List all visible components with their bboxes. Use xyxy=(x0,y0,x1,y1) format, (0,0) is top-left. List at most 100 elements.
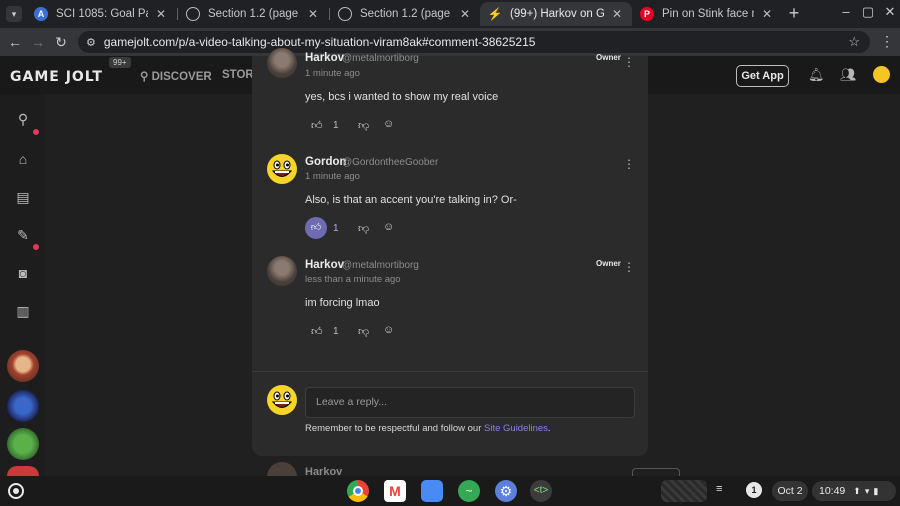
community-avatar[interactable] xyxy=(7,350,39,382)
like-count[interactable]: 1 xyxy=(333,223,339,234)
left-sidebar: ⚲ ⌂ ▤ ✎ ◙ ▥ xyxy=(0,94,46,476)
close-icon[interactable]: ✕ xyxy=(760,7,774,21)
notification-dot xyxy=(33,244,39,250)
screen-capture-thumbnail[interactable] xyxy=(661,480,707,502)
globe-icon xyxy=(338,7,352,21)
avatar[interactable] xyxy=(267,154,297,184)
thumbs-up-icon[interactable]: 👍︎ xyxy=(311,119,323,132)
close-window-icon[interactable]: ✕ xyxy=(882,4,898,20)
bookmark-star-icon[interactable]: ☆ xyxy=(848,34,860,50)
date-pill[interactable]: Oct 2 xyxy=(772,481,808,501)
comment-handle[interactable]: @metalmortiborg xyxy=(342,260,419,271)
tab-5[interactable]: P Pin on Stink face mcgee ✕ xyxy=(632,2,782,26)
wifi-icon: ▾ xyxy=(864,486,870,496)
reload-icon[interactable]: ↻ xyxy=(52,33,70,51)
tab-1[interactable]: A SCI 1085: Goal Page | acecon ✕ xyxy=(26,2,176,26)
address-bar[interactable]: ⚙ gamejolt.com/p/a-video-talking-about-m… xyxy=(78,31,870,53)
community-avatar[interactable] xyxy=(7,428,39,460)
avatar[interactable] xyxy=(267,256,297,286)
nav-discover[interactable]: ⚲ DISCOVER xyxy=(140,69,212,83)
tab-4-active[interactable]: ⚡ (99+) Harkov on Game Jolt: ✕ xyxy=(480,2,632,26)
chrome-icon[interactable] xyxy=(347,480,369,502)
gmail-icon[interactable]: M xyxy=(384,480,406,502)
get-app-button[interactable]: Get App xyxy=(736,65,789,87)
chat-icon[interactable]: ◙ xyxy=(14,264,32,282)
thumbs-down-icon[interactable]: 👎︎ xyxy=(358,119,369,132)
nav-discover-label: DISCOVER xyxy=(151,71,212,83)
react-emoji-icon[interactable]: ☺ xyxy=(383,324,394,336)
terminal-icon[interactable]: <t> xyxy=(530,480,552,502)
community-avatar[interactable] xyxy=(7,390,39,422)
backpack-icon[interactable]: ▤ xyxy=(14,188,32,206)
maximize-icon[interactable]: ▢ xyxy=(860,4,876,20)
tab-3[interactable]: Section 1.2 (page 1 of 5) | ac ✕ xyxy=(330,2,480,26)
new-tab-button[interactable]: + xyxy=(784,4,804,24)
user-avatar[interactable] xyxy=(873,66,890,83)
files-icon[interactable] xyxy=(421,480,443,502)
thumbs-up-icon[interactable]: 👍︎ xyxy=(311,325,323,338)
tab-title: Section 1.2 (page 1 of 5) | ac xyxy=(208,8,300,20)
like-count[interactable]: 1 xyxy=(333,120,339,131)
gamejolt-logo[interactable]: GAME JOLT xyxy=(10,69,103,85)
comment-author[interactable]: Harkov xyxy=(305,52,344,64)
comment-handle[interactable]: @GordontheeGoober xyxy=(342,157,438,168)
react-emoji-icon[interactable]: ☺ xyxy=(383,221,394,233)
awesome-face-icon xyxy=(271,391,293,408)
guideline-suffix: . xyxy=(547,423,551,434)
avatar[interactable] xyxy=(267,48,297,78)
cellular-icon: ⬆ xyxy=(853,486,861,496)
joystick-icon[interactable]: ⚲ xyxy=(14,110,32,128)
store-icon[interactable]: ⌂ xyxy=(14,150,32,168)
thumbs-down-icon[interactable]: 👎︎ xyxy=(358,325,369,338)
thumbs-up-icon[interactable]: 👍︎ xyxy=(305,217,327,239)
canvas-icon: A xyxy=(34,7,48,21)
guideline-text: Remember to be respectful and follow our… xyxy=(305,423,551,434)
library-icon[interactable]: ▥ xyxy=(14,302,32,320)
comment-timestamp[interactable]: less than a minute ago xyxy=(305,274,401,285)
url-text: gamejolt.com/p/a-video-talking-about-my-… xyxy=(103,35,536,49)
comment-author[interactable]: Gordon xyxy=(305,156,347,168)
minimize-icon[interactable]: – xyxy=(838,4,854,19)
friends-icon[interactable]: 👥︎ xyxy=(840,67,857,83)
tab-2[interactable]: Section 1.2 (page 1 of 5) | ac ✕ xyxy=(178,2,328,26)
system-tray[interactable]: 10:49 ⬆ ▾ ▮ xyxy=(812,481,896,501)
more-options-icon[interactable]: ⋮ xyxy=(623,55,635,69)
close-icon[interactable]: ✕ xyxy=(458,7,472,21)
like-count[interactable]: 1 xyxy=(333,326,339,337)
messenger-icon[interactable]: ~ xyxy=(458,480,480,502)
reply-input[interactable]: Leave a reply... xyxy=(305,387,635,418)
more-options-icon[interactable]: ⋮ xyxy=(623,260,635,274)
comment-body: Also, is that an accent you're talking i… xyxy=(305,194,517,206)
back-icon[interactable]: ← xyxy=(6,33,24,51)
tab-title: Pin on Stink face mcgee xyxy=(662,8,754,20)
notification-badge: 99+ xyxy=(109,57,131,68)
notification-count[interactable]: 1 xyxy=(746,482,762,498)
comment-author[interactable]: Harkov xyxy=(305,259,344,271)
site-info-icon[interactable]: ⚙ xyxy=(86,36,96,49)
chrome-menu-icon[interactable]: ⋮ xyxy=(880,33,894,50)
comment-body: yes, bcs i wanted to show my real voice xyxy=(305,91,499,103)
settings-icon[interactable]: ⚙ xyxy=(495,480,517,502)
broadcast-icon[interactable]: ✎ xyxy=(14,226,32,244)
community-avatar[interactable] xyxy=(7,466,39,476)
pinterest-icon: P xyxy=(640,7,654,21)
divider xyxy=(252,371,648,372)
os-shelf xyxy=(0,476,900,506)
close-icon[interactable]: ✕ xyxy=(610,7,624,21)
more-options-icon[interactable]: ⋮ xyxy=(623,157,635,171)
comment-handle[interactable]: @metalmortiborg xyxy=(342,53,419,64)
bell-icon[interactable]: 🔔︎ xyxy=(808,67,825,83)
close-icon[interactable]: ✕ xyxy=(154,7,168,21)
launcher-icon[interactable] xyxy=(8,483,24,499)
comment-timestamp[interactable]: 1 minute ago xyxy=(305,68,360,79)
site-guidelines-link[interactable]: Site Guidelines xyxy=(484,423,548,434)
tab-search-button[interactable]: ▾ xyxy=(6,6,22,22)
owner-badge: Owner xyxy=(596,259,621,268)
react-emoji-icon[interactable]: ☺ xyxy=(383,118,394,130)
thumbs-down-icon[interactable]: 👎︎ xyxy=(358,222,369,235)
notification-dot xyxy=(33,129,39,135)
playlist-icon[interactable]: ≡ xyxy=(716,483,722,495)
forward-icon[interactable]: → xyxy=(29,33,47,51)
comment-timestamp[interactable]: 1 minute ago xyxy=(305,171,360,182)
close-icon[interactable]: ✕ xyxy=(306,7,320,21)
